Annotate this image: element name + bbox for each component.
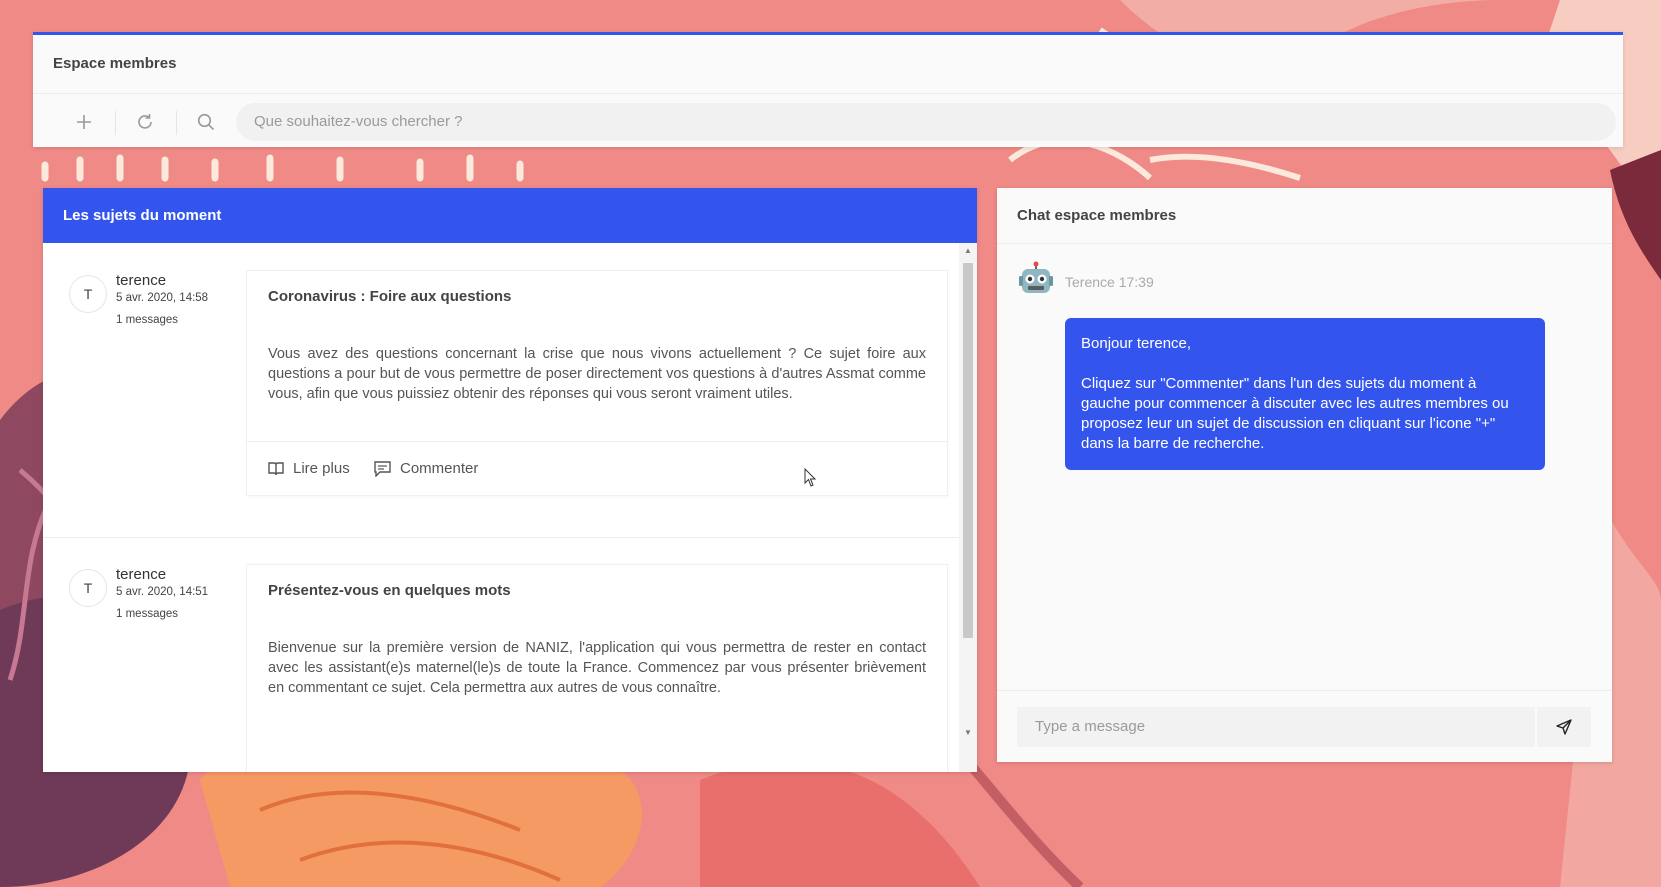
- avatar: T: [69, 569, 107, 607]
- refresh-icon[interactable]: [131, 108, 159, 136]
- comment-button[interactable]: Commenter: [374, 460, 478, 477]
- post-title: Présentez-vous en quelques mots: [268, 582, 511, 599]
- scroll-down-arrow-icon[interactable]: ▼: [963, 728, 973, 738]
- app-title: Espace membres: [53, 55, 177, 72]
- book-icon: [268, 462, 284, 476]
- post-actions: Lire plus Commenter: [247, 441, 947, 496]
- chat-footer-divider: [997, 690, 1612, 691]
- chat-title: Chat espace membres: [997, 188, 1612, 244]
- topics-feed: T terence 5 avr. 2020, 14:58 1 messages …: [43, 243, 959, 772]
- post-title: Coronavirus : Foire aux questions: [268, 288, 512, 305]
- mouse-cursor-icon: [804, 468, 817, 487]
- post-body: Vous avez des questions concernant la cr…: [268, 346, 926, 402]
- chat-greeting: Bonjour terence,: [1081, 335, 1192, 352]
- scrollbar-thumb[interactable]: [963, 263, 973, 638]
- send-button[interactable]: [1537, 707, 1591, 747]
- toolbar-separator: [176, 111, 177, 135]
- search-icon: [192, 108, 220, 136]
- list-item: T terence 5 avr. 2020, 14:51 1 messages …: [43, 537, 959, 772]
- avatar: T: [69, 275, 107, 313]
- send-icon: [1556, 719, 1572, 735]
- toolbar-separator: [115, 111, 116, 135]
- post-card: Coronavirus : Foire aux questions Vous a…: [246, 270, 948, 496]
- post-author: terence: [116, 272, 167, 289]
- read-more-button[interactable]: Lire plus: [268, 460, 350, 477]
- search-input[interactable]: Que souhaitez-vous chercher ?: [236, 103, 1616, 141]
- chat-message-text: Cliquez sur "Commenter" dans l'un des su…: [1081, 375, 1509, 452]
- post-date: 5 avr. 2020, 14:58: [116, 292, 209, 304]
- plus-icon[interactable]: [70, 108, 98, 136]
- chat-message-bubble: Bonjour terence, Cliquez sur "Commenter"…: [1065, 318, 1545, 470]
- topics-panel: Les sujets du moment T terence 5 avr. 20…: [43, 188, 977, 772]
- scroll-up-arrow-icon[interactable]: ▲: [963, 246, 973, 256]
- top-bar: Espace membres Que souhaitez-vous cherch…: [33, 32, 1623, 147]
- list-item: T terence 5 avr. 2020, 14:58 1 messages …: [43, 243, 959, 543]
- post-message-count: 1 messages: [116, 314, 179, 326]
- chat-message-meta: Terence 17:39: [1065, 274, 1154, 290]
- robot-icon: [1019, 261, 1053, 293]
- post-body: Bienvenue sur la première version de NAN…: [268, 640, 926, 696]
- post-date: 5 avr. 2020, 14:51: [116, 586, 209, 598]
- comment-icon: [374, 460, 391, 477]
- message-input[interactable]: Type a message: [1017, 707, 1535, 747]
- chat-panel: Chat espace membres Terence 17:39 Bonjou…: [997, 188, 1612, 762]
- header-divider: [33, 93, 1623, 94]
- topics-title: Les sujets du moment: [43, 188, 977, 243]
- post-author: terence: [116, 566, 167, 583]
- comment-label: Commenter: [400, 460, 479, 477]
- read-more-label: Lire plus: [293, 460, 350, 477]
- post-card: Présentez-vous en quelques mots Bienvenu…: [246, 564, 948, 772]
- post-message-count: 1 messages: [116, 608, 179, 620]
